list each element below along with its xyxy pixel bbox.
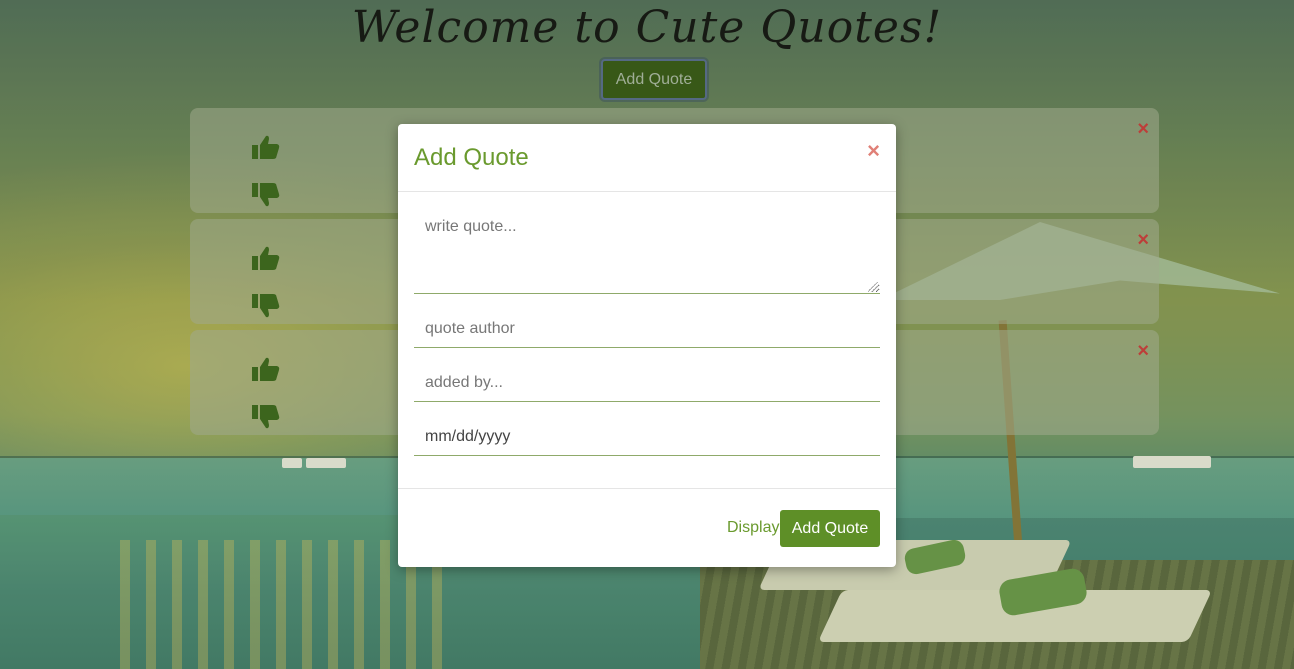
modal-footer: Display Add Quote <box>398 488 896 567</box>
quote-textarea[interactable] <box>414 208 880 294</box>
modal-title: Add Quote <box>414 144 529 171</box>
display-button[interactable]: Display <box>727 519 779 537</box>
resize-handle-icon[interactable] <box>868 282 878 292</box>
date-input[interactable]: mm/dd/yyyy <box>414 418 880 456</box>
close-icon[interactable]: × <box>867 140 880 162</box>
add-quote-modal: Add Quote × mm/dd/yyyy Display Add Quote <box>398 124 896 567</box>
app-window: Welcome to Cute Quotes! Add Quote × × × <box>0 0 1294 669</box>
added-by-input[interactable] <box>414 364 880 402</box>
quote-author-input[interactable] <box>414 310 880 348</box>
modal-header: Add Quote × <box>398 124 896 192</box>
submit-add-quote-button[interactable]: Add Quote <box>780 510 880 547</box>
